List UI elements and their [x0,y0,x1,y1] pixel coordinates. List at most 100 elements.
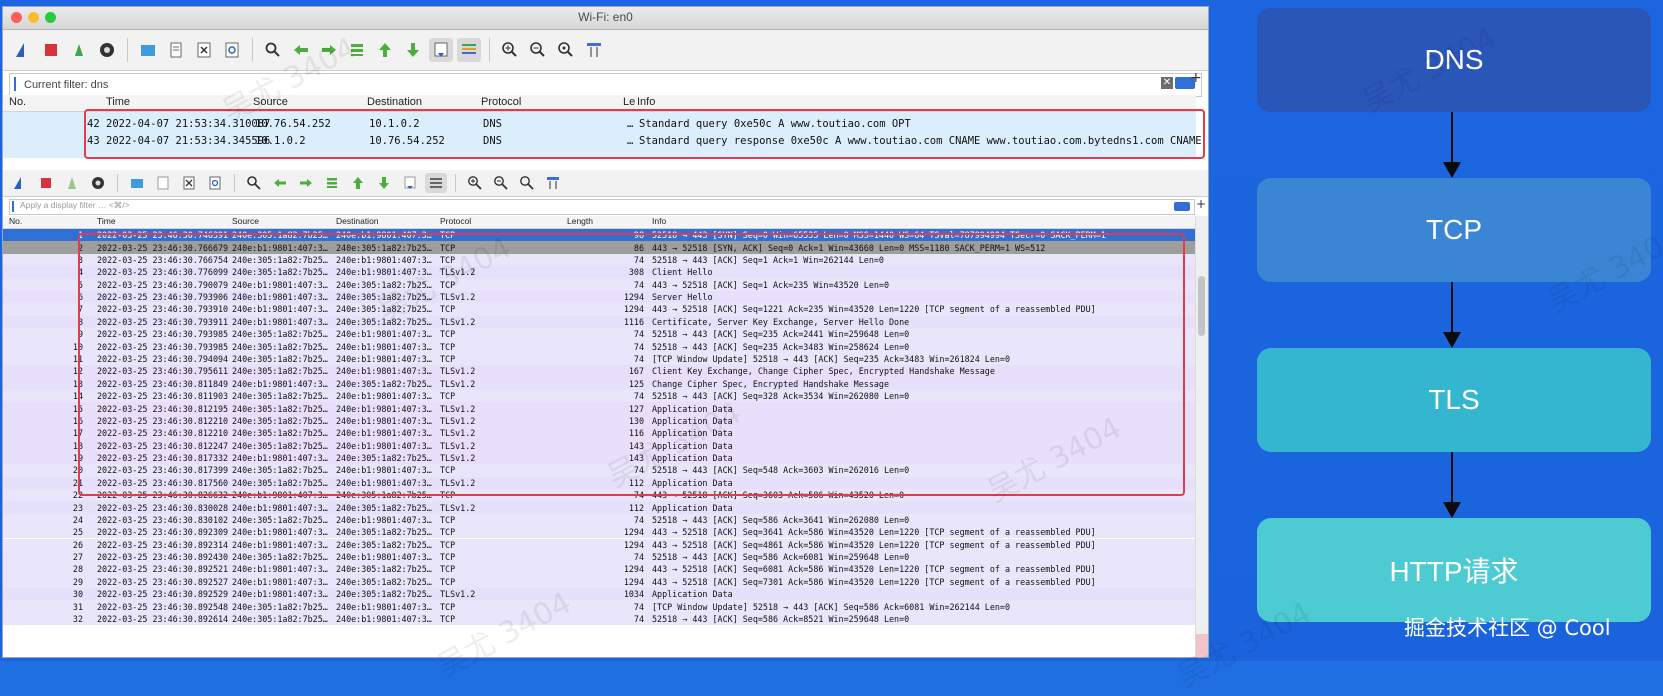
col-protocol[interactable]: Protocol [440,216,471,226]
table-row[interactable]: 23 2022-03-25 23:46:30.830028 240e:b1:9801… [3,501,1196,514]
colorize-icon[interactable] [425,173,447,193]
table-row[interactable]: 29 2022-03-25 23:46:30.892527 240e:b1:9801… [3,575,1196,588]
go-to-packet-icon[interactable] [345,38,369,62]
scrollbar-minimap-marker [1196,634,1208,657]
apply-filter-button[interactable] [1174,202,1190,211]
packet-cell-info: 52518 → 443 [ACK] Seq=586 Ack=8521 Win=2… [652,613,910,624]
packet-cell-time: 2022-03-25 23:46:30.830028 [97,502,229,513]
open-file-icon[interactable] [126,173,148,193]
reload-file-icon[interactable] [220,38,244,62]
go-last-icon[interactable] [373,173,395,193]
resize-columns-icon[interactable] [542,173,564,193]
colorize-icon[interactable] [457,38,481,62]
auto-scroll-icon[interactable] [429,38,453,62]
start-capture-button[interactable] [11,38,35,62]
flow-arrow-line [1451,282,1453,334]
capture-options-icon[interactable] [95,38,119,62]
go-forward-icon[interactable] [317,38,341,62]
col-info[interactable]: Info [637,96,655,108]
find-packet-icon[interactable] [261,38,285,62]
start-capture-button[interactable] [9,173,31,193]
table-row[interactable]: 24 2022-03-25 23:46:30.830102 240e:305:1a8… [3,513,1196,527]
open-file-icon[interactable] [136,38,160,62]
packet-cell-time: 2022-03-25 23:46:30.892527 [97,576,229,587]
save-file-icon[interactable] [164,38,188,62]
add-filter-button[interactable]: + [1196,197,1206,211]
clear-filter-icon[interactable]: ✕ [1161,77,1173,89]
packet-cell-no: 25 [72,527,83,538]
flow-arrow-line [1451,452,1453,504]
table-row[interactable]: 31 2022-03-25 23:46:30.892548 240e:305:1a8… [3,600,1196,613]
table-row[interactable]: 27 2022-03-25 23:46:30.892430 240e:305:1a8… [3,550,1196,564]
col-length[interactable]: Length [567,216,593,226]
table-row[interactable]: 30 2022-03-25 23:46:30.892529 240e:b1:9801… [3,588,1196,601]
save-file-icon[interactable] [152,173,174,193]
current-filter-bar[interactable]: Current filter: dns ✕ [9,73,1202,97]
go-first-icon[interactable] [373,38,397,62]
packet-cell-no: 29 [72,576,83,587]
col-destination[interactable]: Destination [367,96,422,108]
packet-cell-dst: 240e:b1:9801:407:3… [336,514,432,525]
handshake-highlight-box [78,233,1185,496]
packet-cell-len: 1294 [623,576,644,587]
go-first-icon[interactable] [347,173,369,193]
zoom-in-icon[interactable] [498,38,522,62]
packet-cell-info: Application Data [652,589,733,600]
packet-cell-proto: TCP [440,576,456,587]
display-filter-bar[interactable]: Apply a display filter … <⌘/> [9,199,1195,215]
col-length[interactable]: Le [623,96,635,108]
go-back-icon[interactable] [289,38,313,62]
zoom-out-icon[interactable] [526,38,550,62]
normal-size-icon[interactable] [516,173,538,193]
window-title: Wi-Fi: en0 [578,10,633,24]
col-time[interactable]: Time [106,96,130,108]
reload-file-icon[interactable] [204,173,226,193]
go-back-icon[interactable] [269,173,291,193]
packet-cell-info: 52518 → 443 [ACK] Seq=586 Ack=6081 Win=2… [652,552,910,563]
scrollbar-thumb[interactable] [1198,276,1205,336]
packet-cell-dst: 240e:b1:9801:407:3… [336,601,432,612]
close-file-icon[interactable] [192,38,216,62]
toolbar-separator [234,174,235,192]
normal-size-icon[interactable] [554,38,578,62]
capture-options-icon[interactable] [87,173,109,193]
go-last-icon[interactable] [401,38,425,62]
col-no[interactable]: No. [9,96,26,108]
restart-capture-button[interactable] [61,173,83,193]
packet-cell-len: 74 [633,552,644,563]
resize-columns-icon[interactable] [582,38,606,62]
packet-cell-no: 27 [72,552,83,563]
auto-scroll-icon[interactable] [399,173,421,193]
filter-bookmark-icon [14,77,16,91]
table-row[interactable]: 32 2022-03-25 23:46:30.892614 240e:305:1a8… [3,612,1196,626]
packet-list-header: No. Time Source Destination Protocol Len… [3,216,1196,229]
col-no[interactable]: No. [9,216,22,226]
stop-capture-button[interactable] [39,38,63,62]
table-row[interactable]: 26 2022-03-25 23:46:30.892314 240e:b1:9801… [3,538,1196,551]
zoom-out-icon[interactable] [490,173,512,193]
stop-capture-button[interactable] [35,173,57,193]
col-source[interactable]: Source [253,96,288,108]
restart-capture-button[interactable] [67,38,91,62]
col-info[interactable]: Info [652,216,666,226]
col-time[interactable]: Time [97,216,116,226]
close-file-icon[interactable] [178,173,200,193]
flow-step-label: HTTP请求 [1389,556,1519,587]
add-filter-button[interactable]: + [1190,70,1202,86]
go-forward-icon[interactable] [295,173,317,193]
find-packet-icon[interactable] [243,173,265,193]
packet-cell-time: 2022-03-25 23:46:30.892521 [97,564,229,575]
top-pane-empty-area [3,158,1208,170]
zoom-in-icon[interactable] [464,173,486,193]
table-row[interactable]: 25 2022-03-25 23:46:30.892309 240e:b1:9801… [3,526,1196,539]
arrow-down-icon [1443,502,1461,518]
packet-cell-info: 443 → 52518 [ACK] Seq=4861 Ack=586 Win=4… [652,539,1096,550]
display-filter-input[interactable]: Apply a display filter … <⌘/> [20,200,130,211]
go-to-packet-icon[interactable] [321,173,343,193]
col-source[interactable]: Source [232,216,259,226]
packet-list-scrollbar[interactable] [1195,216,1208,657]
col-destination[interactable]: Destination [336,216,379,226]
table-row[interactable]: 28 2022-03-25 23:46:30.892521 240e:b1:9801… [3,563,1196,576]
col-protocol[interactable]: Protocol [481,96,521,108]
flow-arrow-line [1451,112,1453,164]
